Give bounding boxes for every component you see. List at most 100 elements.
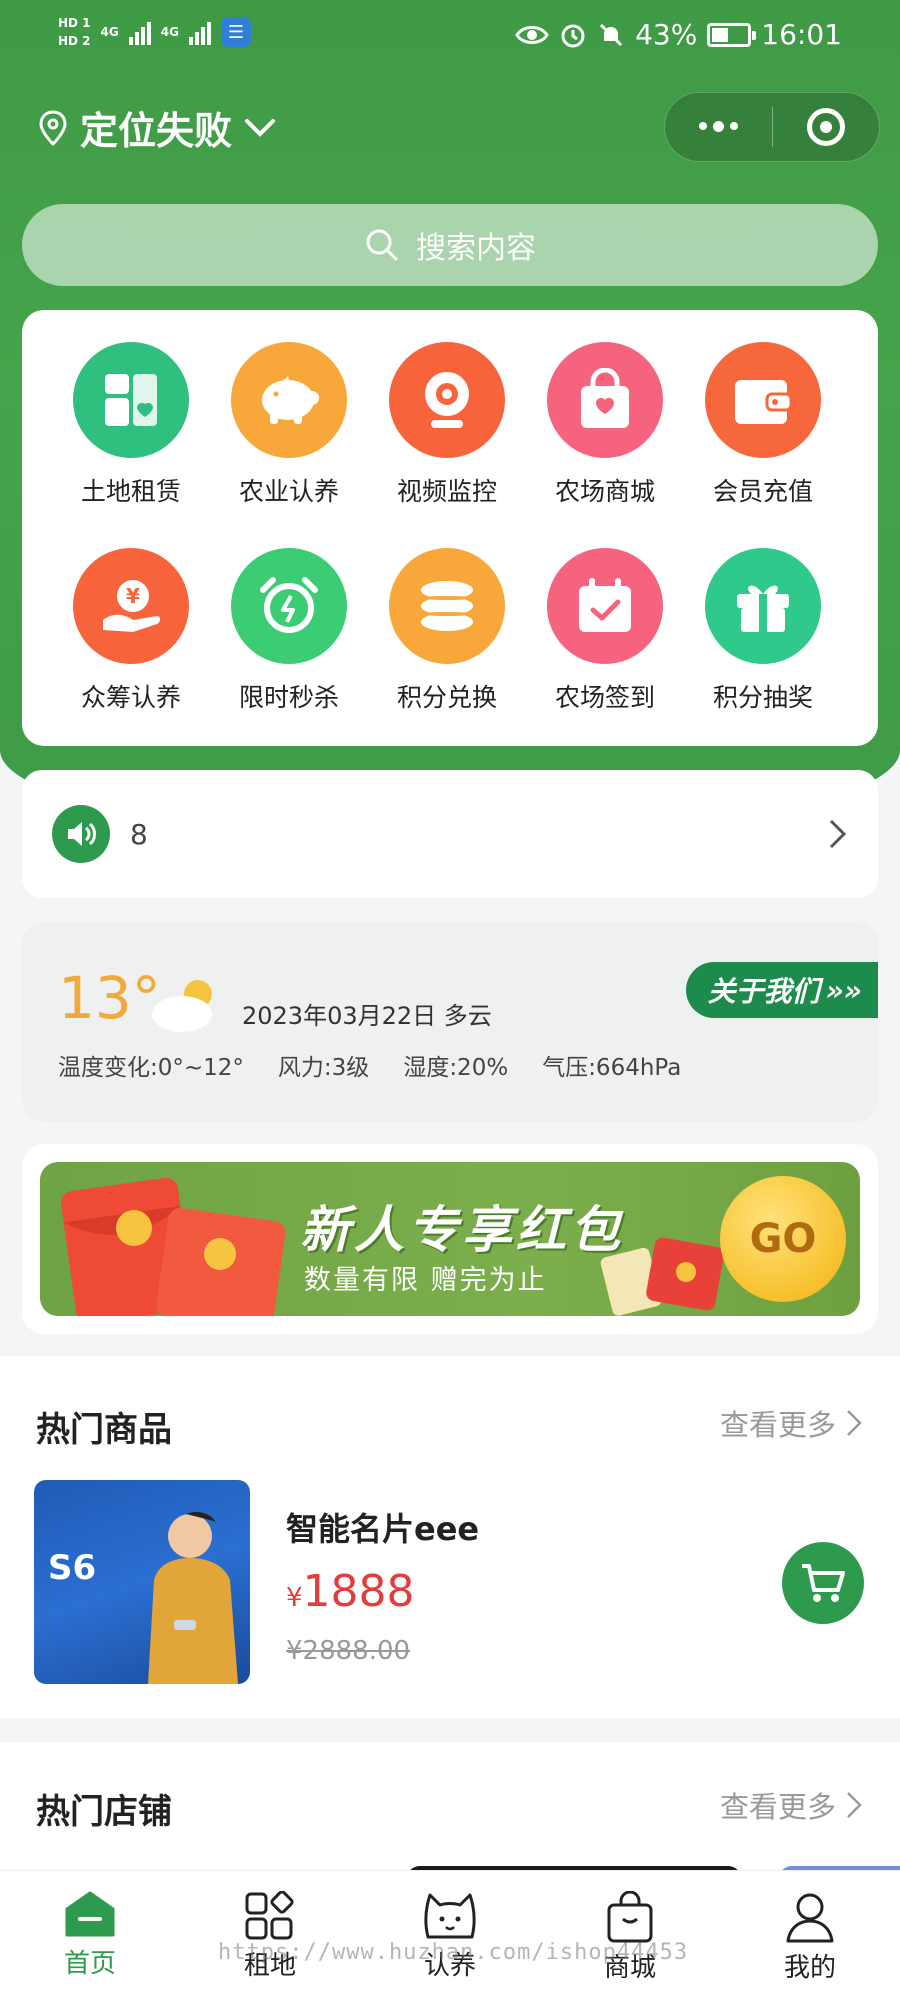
eye-icon [515,25,549,44]
announcement-text: 8 [130,817,148,851]
hot-stores-title: 热门店铺 [36,1792,172,1832]
tab-rent-land[interactable]: 租地 [180,1871,360,2000]
bottom-tab-bar: 首页 租地 认养 商城 我的 [0,1870,900,2000]
hot-products-more-link[interactable]: 查看更多 [720,1402,862,1444]
chevron-right-icon [829,819,847,849]
battery-icon [707,22,757,47]
grid-item-label: 限时秒杀 [238,683,339,712]
temperature-range: 温度变化:0°~12° [58,1055,244,1081]
miniprogram-capsule [664,92,880,162]
cat-face-icon [424,1893,476,1939]
camera-icon [389,342,505,458]
coins-icon [389,548,505,664]
announcement-bar[interactable]: 8 [22,770,878,898]
hot-products-title: 热门商品 [36,1410,172,1450]
yuan-hand-icon: ¥ [73,548,189,664]
tab-label: 首页 [63,1949,116,1979]
watermark-text: https://www.huzhan.com/ishop44453 [218,1940,689,1965]
grid-item-label: 积分兑换 [396,683,497,712]
tab-home[interactable]: 首页 [0,1871,180,2000]
about-us-button[interactable]: 关于我们 »» [685,962,878,1018]
search-bar[interactable]: 搜索内容 [22,204,878,286]
app-notification-icon: ☰ [220,17,251,47]
banner-subtitle: 数量有限 赠完为止 [304,1265,547,1296]
more-dots-icon [698,121,738,132]
more-label: 查看更多 [719,1408,836,1442]
tab-label: 我的 [783,1953,836,1983]
tab-adopt[interactable]: 认养 [360,1871,540,2000]
more-label: 查看更多 [719,1790,836,1824]
grid-item-land-rental[interactable]: 土地租赁 [52,342,210,508]
weather-date: 2023年03月22日 多云 [242,1002,492,1030]
grid-item-label: 会员充值 [712,477,813,506]
alarm-icon [561,24,585,47]
gift-icon [705,548,821,664]
hd1-label: HD 1 [58,16,91,30]
grid-item-label: 积分抽奖 [712,683,813,712]
shopping-bag-icon [607,1891,653,1943]
promo-banner-card: 新人专享红包 数量有限 赠完为止 GO [22,1144,878,1334]
status-bar: HD 1 HD 2 4G 4G ☰ 43% 16:01 [0,0,900,80]
grid-item-member-recharge[interactable]: 会员充值 [684,342,842,508]
location-text: 定位失败 [80,109,233,153]
grid-item-label: 众筹认养 [80,683,181,712]
more-button[interactable] [665,93,772,161]
product-original-price: ¥2888.00 [286,1636,411,1666]
current-temperature: 13° [58,964,161,1032]
partly-cloudy-icon [152,980,212,1032]
grid-item-label: 土地租赁 [80,477,181,506]
product-image[interactable]: S6 [34,1480,250,1684]
feature-grid-card: 土地租赁 农业认养 视频监控 农场商城 会员充值 ¥ 众筹认养 限时秒杀 积分兑… [22,310,878,746]
battery-percent: 43% [635,18,698,51]
signal-icon-2 [188,19,211,45]
grid-item-crowdfund-adoption[interactable]: ¥ 众筹认养 [52,548,210,714]
network-label-2: 4G [160,25,179,39]
product-price: ¥1888 [286,1566,415,1617]
hd2-label: HD 2 [58,34,91,48]
red-envelope-icon [60,1177,286,1316]
grid-item-farm-mall[interactable]: 农场商城 [526,342,684,508]
currency-symbol: ¥ [286,1583,303,1613]
calendar-check-icon [547,548,663,664]
search-icon [366,229,398,261]
product-image-text: S6 [48,1548,97,1588]
grid-item-points-lottery[interactable]: 积分抽奖 [684,548,842,714]
weather-stats: 温度变化:0°~12° 风力:3级 湿度:20% 气压:664hPa [58,1048,681,1082]
mute-bell-icon [600,23,623,46]
tab-mine[interactable]: 我的 [720,1871,900,2000]
chevron-right-icon [847,1792,862,1818]
speaker-icon [52,805,110,863]
svg-text:¥: ¥ [126,584,140,608]
cart-icon [802,1564,845,1602]
grid-item-farm-checkin[interactable]: 农场签到 [526,548,684,714]
go-button[interactable]: GO [720,1176,846,1302]
grid-item-video-monitor[interactable]: 视频监控 [368,342,526,508]
product-name[interactable]: 智能名片eee [286,1504,479,1550]
hot-stores-more-link[interactable]: 查看更多 [720,1784,862,1826]
network-label: 4G [100,25,119,39]
humidity: 湿度:20% [403,1055,509,1081]
alarm-clock-icon [231,548,347,664]
user-icon [786,1893,834,1943]
piggy-icon [231,342,347,458]
gift-envelope-icon [600,1237,724,1316]
grid-item-label: 农业认养 [238,477,339,506]
target-icon [806,108,845,146]
feature-grid: 土地租赁 农业认养 视频监控 农场商城 会员充值 ¥ 众筹认养 限时秒杀 积分兑… [52,342,842,714]
price-value: 1888 [302,1566,415,1617]
tab-mall[interactable]: 商城 [540,1871,720,2000]
hot-products-section: 热门商品 查看更多 S6 智能名片eee ¥1888 ¥2888.00 [0,1356,900,1718]
clock: 16:01 [761,18,842,51]
grid-item-agri-adoption[interactable]: 农业认养 [210,342,368,508]
new-user-red-packet-banner[interactable]: 新人专享红包 数量有限 赠完为止 GO [40,1162,860,1316]
double-chevron-icon: »» [825,973,862,1007]
grid-item-flash-sale[interactable]: 限时秒杀 [210,548,368,714]
grid-item-points-exchange[interactable]: 积分兑换 [368,548,526,714]
location-selector[interactable]: 定位失败 [38,100,276,155]
search-placeholder: 搜索内容 [416,231,536,266]
grid-item-label: 农场签到 [554,683,655,712]
chevron-right-icon [847,1410,862,1436]
add-to-cart-button[interactable] [782,1542,864,1624]
close-miniprogram-button[interactable] [773,93,880,161]
grid-apps-icon [245,1891,294,1940]
